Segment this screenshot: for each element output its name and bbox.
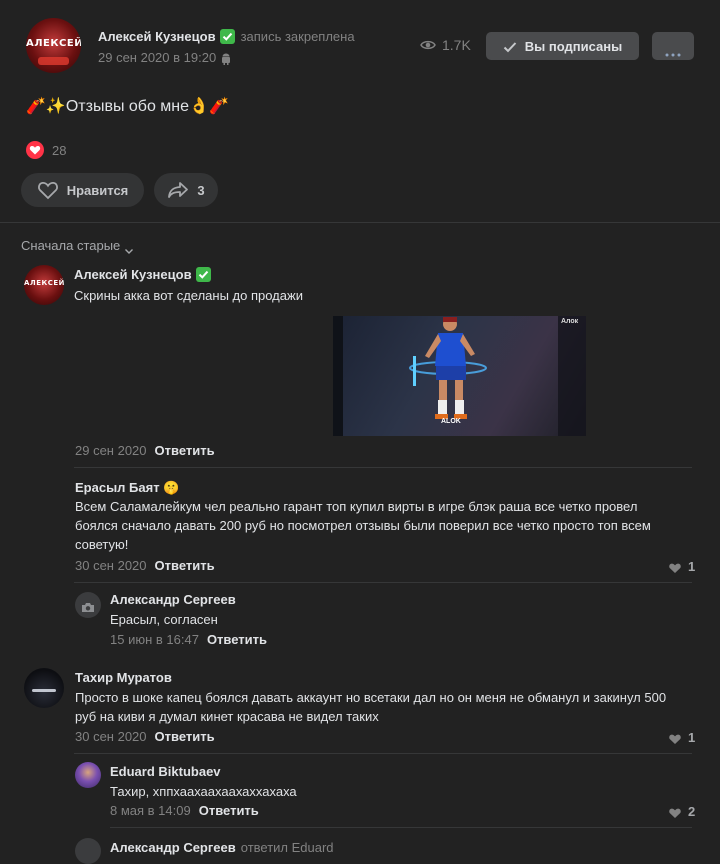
comment-like[interactable]: 1 <box>668 730 695 745</box>
avatar-glow <box>38 57 69 65</box>
image-side-panel <box>558 316 586 436</box>
heart-icon <box>668 732 682 744</box>
image-vignette <box>333 316 343 436</box>
chevron-down-icon <box>124 242 134 254</box>
comment-author[interactable]: Ерасыл Баят 🤫 <box>75 480 179 496</box>
comment-author[interactable]: Алексей Кузнецов <box>74 267 192 282</box>
like-button[interactable]: Нравится <box>21 173 144 207</box>
like-count: 1 <box>688 559 696 574</box>
comment-divider <box>74 582 692 583</box>
comment-avatar[interactable]: АЛЕКСЕЙ <box>24 265 64 305</box>
reply-button[interactable]: Ответить <box>155 558 215 573</box>
more-dots-icon <box>665 44 681 57</box>
post-text: 🧨✨Отзывы обо мне👌🧨 <box>26 98 229 115</box>
heart-icon <box>668 806 682 818</box>
comment-divider <box>74 467 692 468</box>
comment-divider <box>74 753 692 754</box>
post-date[interactable]: 29 сен 2020 в 19:20 <box>98 50 216 65</box>
camera-icon <box>81 600 95 612</box>
game-character-figure <box>409 317 487 419</box>
reply-button[interactable]: Ответить <box>155 443 215 458</box>
comment-date[interactable]: 30 сен 2020 <box>75 558 147 573</box>
comment-like[interactable]: 1 <box>668 559 695 574</box>
like-count: 1 <box>688 730 696 745</box>
android-icon <box>221 52 231 65</box>
subscribed-label: Вы подписаны <box>524 38 623 54</box>
comment-divider <box>110 827 692 828</box>
more-button[interactable] <box>652 32 694 60</box>
reply-button[interactable]: Ответить <box>207 632 267 647</box>
comment-text: Скрины акка вот сделаны до продажи <box>74 288 303 303</box>
reply-avatar[interactable] <box>75 762 101 788</box>
subscribed-button[interactable]: Вы подписаны <box>486 32 639 60</box>
image-title: Алок <box>561 318 579 325</box>
like-label: Нравится <box>66 182 129 198</box>
reply-text: Тахир, хппхаахаахаахаххахаха <box>110 784 297 799</box>
check-badge-icon <box>219 29 235 44</box>
reply-like[interactable]: 2 <box>668 804 695 819</box>
post-author-avatar[interactable]: АЛЕКСЕЙ <box>26 18 81 73</box>
comment-author[interactable]: Тахир Муратов <box>75 670 172 685</box>
reply-date[interactable]: 15 июн в 16:47 <box>110 632 199 647</box>
avatar-car-lights <box>32 689 56 692</box>
comment-date[interactable]: 29 сен 2020 <box>75 443 147 458</box>
eye-icon <box>420 37 436 53</box>
comment-attached-image[interactable]: Алок ALOK <box>333 316 586 436</box>
reply-date[interactable]: 8 мая в 14:09 <box>110 803 191 818</box>
pinned-label: запись закреплена <box>240 29 355 44</box>
sort-label: Сначала старые <box>21 238 121 253</box>
like-count: 2 <box>688 804 696 819</box>
reply-text: Ерасыл, согласен <box>110 612 218 627</box>
heart-reaction-icon[interactable] <box>26 141 44 159</box>
comment-text: Просто в шоке капец боялся давать аккаун… <box>75 690 667 724</box>
post-divider <box>0 222 720 223</box>
comment-text: Всем Саламалейкум чел реально гарант топ… <box>75 499 651 552</box>
views-count: 1.7K <box>442 37 471 53</box>
heart-icon <box>668 561 682 573</box>
reply-button[interactable]: Ответить <box>155 729 215 744</box>
reply-author[interactable]: Александр Сергеев <box>110 840 236 855</box>
reply-author[interactable]: Eduard Biktubaev <box>110 764 221 779</box>
reply-author[interactable]: Александр Сергеев <box>110 592 236 607</box>
avatar-logo-text: АЛЕКСЕЙ <box>24 279 64 288</box>
share-arrow-icon <box>167 181 189 199</box>
check-icon <box>503 40 517 53</box>
share-button[interactable]: 3 <box>154 173 218 207</box>
sort-selector[interactable]: Сначала старые <box>21 238 134 254</box>
avatar-logo-text: АЛЕКСЕЙ <box>26 37 81 49</box>
reply-avatar[interactable] <box>75 838 101 864</box>
share-count: 3 <box>197 182 205 198</box>
image-logo: ALOK <box>441 418 461 425</box>
check-badge-icon <box>195 267 211 282</box>
reactions-count[interactable]: 28 <box>52 143 66 158</box>
reply-to-label: ответил Eduard <box>240 840 334 855</box>
reply-button[interactable]: Ответить <box>199 803 259 818</box>
comment-avatar[interactable] <box>24 668 64 708</box>
comment-date[interactable]: 30 сен 2020 <box>75 729 147 744</box>
camera-placeholder-avatar[interactable] <box>75 592 101 618</box>
post-author-name[interactable]: Алексей Кузнецов <box>98 29 216 44</box>
heart-outline-icon <box>37 180 59 200</box>
